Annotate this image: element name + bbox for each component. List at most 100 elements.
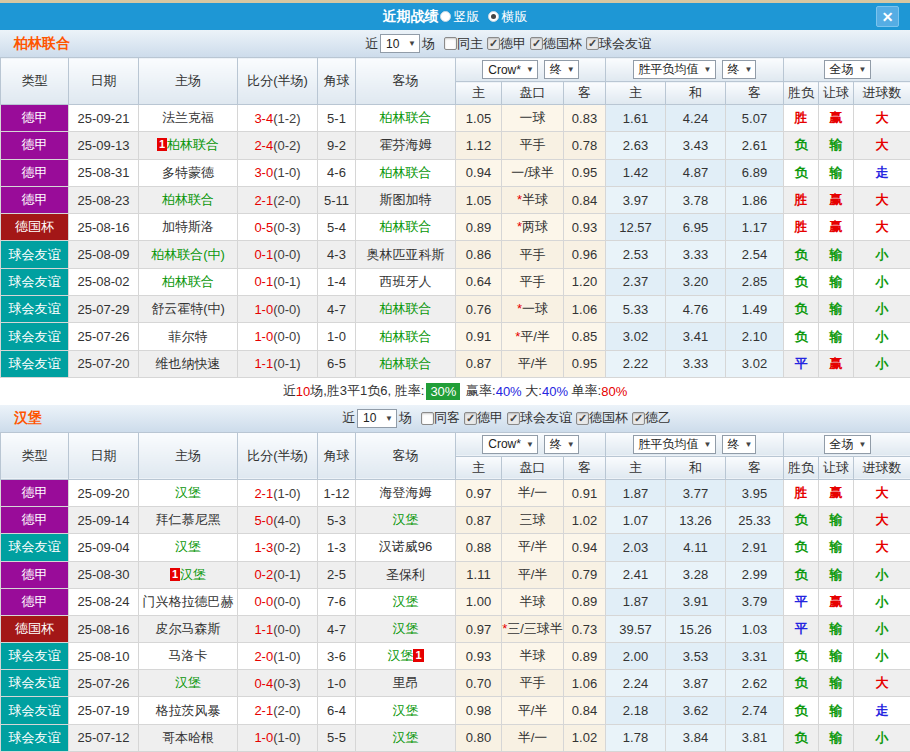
handicap-value: 平/半 (518, 567, 548, 582)
league-checkbox-1[interactable] (530, 37, 543, 50)
handicap-value: 平手 (520, 274, 546, 289)
goals-result-cell: 小 (854, 615, 910, 642)
corner-cell: 1-0 (318, 670, 356, 697)
date-cell: 25-08-16 (69, 615, 139, 642)
home-team-cell: 拜仁慕尼黑 (139, 507, 238, 534)
summary-segment: 近 (283, 382, 296, 400)
league-checkbox-label: 球会友谊 (520, 409, 572, 427)
league-checkbox-2[interactable] (586, 37, 599, 50)
same-venue-checkbox[interactable] (444, 37, 457, 50)
dropdown-value: 终 (728, 436, 740, 453)
home-team-cell: 多特蒙德 (139, 159, 238, 186)
team-header-row: 汉堡近10▼场同客德甲球会友谊德国杯德乙 (0, 405, 910, 432)
date-cell: 25-08-30 (69, 561, 139, 588)
avg-dropdown[interactable]: 胜平负均值▼ (633, 60, 716, 79)
home-team-cell: 1柏林联合 (139, 132, 238, 159)
final-dropdown-2[interactable]: 终▼ (722, 60, 757, 79)
match-row: 球会友谊25-08-10马洛卡2-0(1-0)3-6汉堡10.93半球0.892… (1, 643, 910, 670)
fulltime-score: 0-5 (254, 220, 273, 235)
same-venue-label: 同主 (457, 35, 483, 53)
home-team-cell: 汉堡 (139, 479, 238, 506)
home-team-name: 汉堡 (180, 567, 206, 582)
avg-away-cell: 5.07 (726, 105, 784, 132)
handicap-cell: 平手 (502, 268, 564, 295)
result-cell: 胜 (784, 214, 819, 241)
col-avg-away: 客 (726, 456, 784, 479)
avg-dropdown[interactable]: 胜平负均值▼ (633, 435, 716, 454)
company-dropdown[interactable]: Crow*▼ (482, 60, 538, 79)
league-checkbox-0[interactable] (464, 412, 477, 425)
date-cell: 25-09-04 (69, 534, 139, 561)
final-dropdown[interactable]: 终▼ (544, 60, 579, 79)
final-dropdown-2[interactable]: 终▼ (722, 435, 757, 454)
league-checkbox-1[interactable] (507, 412, 520, 425)
close-button[interactable]: ✕ (876, 6, 899, 27)
avg-draw-cell: 4.87 (666, 159, 726, 186)
handicap-result-cell: 输 (819, 241, 854, 268)
league-checkbox-2[interactable] (576, 412, 589, 425)
home-team-name: 舒云霍特(中) (151, 301, 225, 316)
away-team-name: 汉诺威96 (379, 539, 432, 554)
league-checkbox-label: 德国杯 (589, 409, 628, 427)
col-type: 类型 (1, 432, 69, 479)
layout-radio-1[interactable] (488, 11, 499, 22)
result-cell: 负 (784, 561, 819, 588)
fulltime-score: 0-4 (254, 676, 273, 691)
handicap-cell: *一球 (502, 296, 564, 323)
away-odds-cell: 0.73 (564, 615, 606, 642)
scope-dropdown[interactable]: 全场▼ (824, 60, 871, 79)
league-checkbox-0[interactable] (487, 37, 500, 50)
date-cell: 25-07-26 (69, 323, 139, 350)
fulltime-score: 1-0 (254, 329, 273, 344)
dropdown-value: Crow* (488, 437, 521, 451)
dropdown-arrow-icon: ▼ (704, 65, 712, 74)
company-dropdown[interactable]: Crow*▼ (482, 435, 538, 454)
home-team-cell: 柏林联合(中) (139, 241, 238, 268)
away-team-name: 斯图加特 (380, 192, 432, 207)
home-team-name: 哥本哈根 (162, 730, 214, 745)
col-score: 比分(半场) (238, 432, 318, 479)
fulltime-score: 2-1 (254, 486, 273, 501)
away-team-cell: 霍芬海姆 (356, 132, 456, 159)
col-home: 主场 (139, 432, 238, 479)
home-odds-cell: 0.89 (456, 214, 502, 241)
away-team-cell: 汉堡 (356, 588, 456, 615)
col-handicap-result: 让球 (819, 456, 854, 479)
handicap-result-cell: 赢 (819, 186, 854, 213)
handicap-cell: 半/一 (502, 479, 564, 506)
layout-radio-0[interactable] (440, 11, 451, 22)
home-team-cell: 马洛卡 (139, 643, 238, 670)
score-cell: 0-5(0-3) (238, 214, 318, 241)
scope-dropdown[interactable]: 全场▼ (824, 435, 871, 454)
home-team-name: 汉堡 (175, 485, 201, 500)
match-row: 球会友谊25-07-26汉堡0-4(0-3)1-0里昂0.70平手1.062.2… (1, 670, 910, 697)
handicap-result-cell: 输 (819, 561, 854, 588)
handicap-cell: 半球 (502, 588, 564, 615)
home-odds-cell: 0.76 (456, 296, 502, 323)
handicap-value: 平手 (520, 137, 546, 152)
match-row: 球会友谊25-07-12哥本哈根1-0(1-0)5-5汉堡0.80半/一1.02… (1, 724, 910, 751)
score-cell: 1-1(0-1) (238, 350, 318, 377)
match-count-dropdown[interactable]: 10▼ (380, 34, 420, 53)
avg-group-header: 胜平负均值▼终▼ (606, 58, 784, 82)
avg-home-cell: 2.22 (606, 350, 666, 377)
home-team-name: 维也纳快速 (156, 356, 221, 371)
league-checkbox-3[interactable] (632, 412, 645, 425)
avg-draw-cell: 3.33 (666, 241, 726, 268)
date-cell: 25-09-21 (69, 105, 139, 132)
final-dropdown[interactable]: 终▼ (544, 435, 579, 454)
away-team-name: 柏林联合 (380, 301, 432, 316)
corner-cell: 5-11 (318, 186, 356, 213)
match-count-dropdown[interactable]: 10▼ (357, 409, 397, 428)
home-odds-cell: 0.86 (456, 241, 502, 268)
dropdown-value: 终 (728, 61, 740, 78)
handicap-cell: 平/半 (502, 561, 564, 588)
dropdown-value: Crow* (488, 63, 521, 77)
home-team-cell: 法兰克福 (139, 105, 238, 132)
corner-cell: 5-3 (318, 507, 356, 534)
same-venue-checkbox[interactable] (421, 412, 434, 425)
away-odds-cell: 0.95 (564, 350, 606, 377)
summary-segment: 40% (542, 384, 568, 399)
corner-cell: 4-7 (318, 296, 356, 323)
league-cell: 球会友谊 (1, 350, 69, 377)
